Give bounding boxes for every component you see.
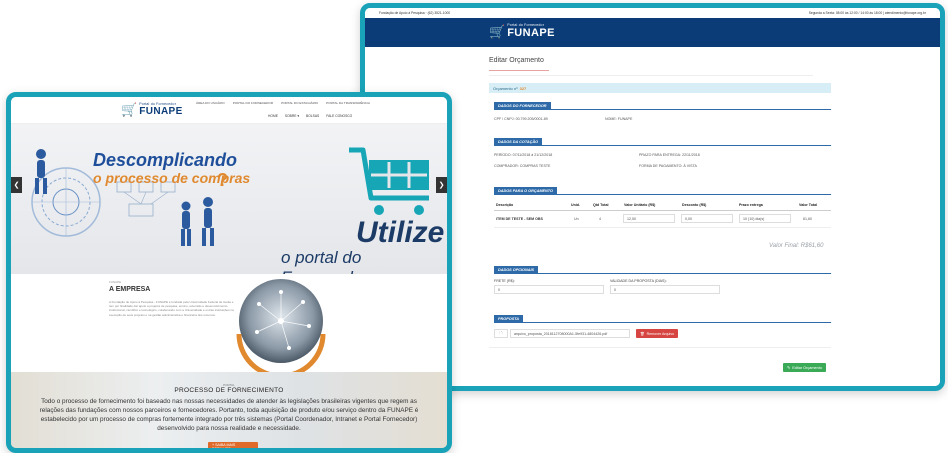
menu-fale-conosco[interactable]: FALE CONOSCO [326,114,352,118]
top-links: ÁREA DO USUÁRIO PORTAL DO FORNECEDOR POR… [196,101,370,105]
valor-final: Valor Final: R$61,60 [769,243,824,249]
menu-home[interactable]: HOME [268,114,278,118]
cart-icon: 🛒 [489,23,506,39]
forma-pagamento: FORMA DE PAGAMENTO: À VISTA [639,164,697,168]
hero-title: Descomplicando [93,150,238,170]
logo-name: FUNAPE [507,26,555,39]
hero-utilize: Utilize [356,216,445,249]
validade-input[interactable]: 0 [610,285,720,294]
home-navbar: 🛒 Portal do Fornecedor FUNAPE ÁREA DO US… [11,97,447,124]
carousel-prev-button[interactable]: ❮ [11,177,22,193]
col-valor-total: Valor Total [799,203,818,207]
hero-carousel: ? Descomplicando o processo de compras U… [11,124,447,274]
about-section: FUNAPE A EMPRESA A Fundação de Apoio à P… [11,274,447,372]
orcamento-number: 327 [519,85,527,91]
trash-icon: 🗑 [640,331,645,336]
portal-home-window: 🛒 Portal do Fornecedor FUNAPE ÁREA DO US… [6,92,452,453]
cpf-cnpj: CPF / CNPJ: 00.799.205/0001-89 [494,117,548,121]
about-text: A Fundação de Apoio à Pesquisa - FUNAPE … [109,300,234,317]
link-area-usuario[interactable]: ÁREA DO USUÁRIO [196,101,225,105]
title-underline [489,70,549,71]
frete-input[interactable]: 0 [494,285,604,294]
remove-file-button[interactable]: 🗑 Remover Arquivo [636,329,679,338]
shopping-cart-icon [349,147,429,215]
about-kicker: FUNAPE [109,280,122,284]
process-text: Todo o processo de fornecimento foi base… [39,398,419,432]
orcamento-number-bar: Orçamento nº 327 [489,83,831,93]
carousel-next-button[interactable]: ❯ [436,177,447,193]
orcamento-label: Orçamento nº [493,85,518,91]
item-descricao: ITEM DE TESTE - SEM OBS [496,217,543,221]
contact-info: Fundação de Apoio à Pesquisa · (62) 3521… [379,11,451,15]
hero-subtitle: o processo de compras [93,170,251,186]
saiba-mais-button[interactable]: + SAIBA MAIS DETALHES [208,442,258,448]
col-desconto: Desconto (R$) [682,203,707,207]
proposta-file-name: arquivo_proposta_2018112708000A1-5fe931-… [510,329,630,338]
prazo-input[interactable]: 10 (10) dia(s) [739,214,791,223]
file-icon[interactable]: 🗋 [494,329,508,338]
process-section: PORTAL PROCESSO DE FORNECIMENTO Todo o p… [11,372,447,448]
hours-info: Segunda a Sexta: 08:00 às 12:00 / 14:00 … [808,11,926,15]
comprador: COMPRADOR: COMPRAS TESTE [494,164,551,168]
process-title: PROCESSO DE FORNECIMENTO [174,387,284,394]
menu-sobre[interactable]: SOBRE ▾ [285,114,299,118]
edit-icon: ✎ [787,366,791,370]
top-info-bar: Fundação de Apoio à Pesquisa · (62) 3521… [365,8,940,18]
periodo: PERÍODO: 07/11/2018 à 21/12/2018 [494,153,553,157]
frete-label: FRETE (R$): [494,279,515,283]
hero-portal-text: o portal do Fornecedor [281,248,368,274]
menu-bolsas[interactable]: BOLSAS [306,114,319,118]
col-descricao: Descrição [496,203,514,207]
main-menu: HOME SOBRE ▾ BOLSAS FALE CONOSCO [268,114,352,118]
col-prazo: Prazo entrega [739,203,763,207]
link-portal-transparencia[interactable]: PORTAL DA TRANSPARÊNCIA [326,101,370,105]
validade-label: VALIDADE DA PROPOSTA (DIAS): [610,279,667,283]
col-qtd: Qtd Total [593,203,609,207]
col-valor-unitario: Valor Unitário (R$) [624,203,656,207]
funape-logo[interactable]: 🛒 Portal do Fornecedor FUNAPE [489,23,555,39]
edit-orcamento-button[interactable]: ✎ Editar Orçamento [783,363,826,372]
logo-name: FUNAPE [139,105,183,117]
cart-icon: 🛒 [121,102,138,118]
item-unid: Un [574,217,579,221]
person-figure-left [35,149,47,194]
prazo-entrega: PRAZO PARA ENTREGA: 22/11/2018 [639,153,700,157]
about-title: A EMPRESA [109,286,151,293]
col-unid: Unid. [571,203,580,207]
desconto-input[interactable]: 0,00 [681,214,733,223]
funape-logo[interactable]: 🛒 Portal do Fornecedor FUNAPE [121,102,183,118]
item-qtd: 4 [599,217,601,221]
valor-unitario-input[interactable]: 12,50 [623,214,675,223]
site-header: 🛒 Portal do Fornecedor FUNAPE [365,18,940,47]
fornecedor-nome: NOME: FUNAPE [605,117,633,121]
link-portal-fornecedor[interactable]: PORTAL DO FORNECEDOR [233,101,273,105]
item-valor-total: 61,60 [803,217,812,221]
person-figure-right [181,197,214,246]
page-title: Editar Orçamento [489,57,544,64]
link-portal-estagiario[interactable]: PORTAL DO ESTAGIÁRIO [281,101,318,105]
network-image [236,279,326,372]
